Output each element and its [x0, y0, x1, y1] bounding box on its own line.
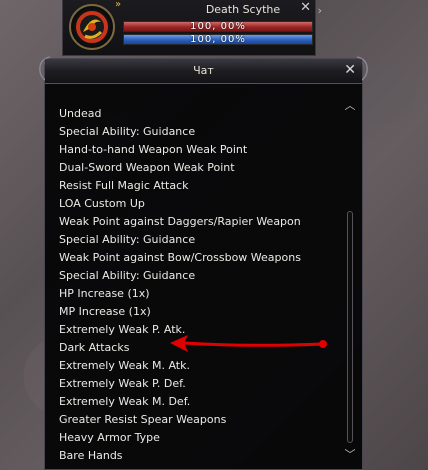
chat-line: Heavy Armor Type	[59, 431, 160, 444]
chat-line: LOA Custom Up	[59, 197, 145, 210]
chat-line: Hand-to-hand Weapon Weak Point	[59, 143, 248, 156]
chat-message-list: Undead Special Ability: Guidance Hand-to-h…	[59, 105, 339, 465]
scroll-down-icon[interactable]: ﹀	[344, 449, 356, 461]
target-name: Death Scythe	[205, 3, 281, 16]
chat-line: Special Ability: Guidance	[59, 269, 196, 282]
chat-line: Special Ability: Guidance	[59, 125, 196, 138]
red-arrow-annotation-icon	[170, 335, 327, 352]
chat-titlebar[interactable]: Чат ✕	[45, 59, 362, 84]
chat-window: Чат ✕ Undead Special Ability: Guidance Han…	[39, 56, 368, 470]
chat-line: Extremely Weak P. Def.	[59, 377, 186, 390]
target-frame: » Death Scythe 100, 00% 100, 00% ✕ ›	[62, 0, 322, 56]
target-mp-text: 100, 00%	[190, 34, 246, 45]
chat-line: Special Ability: Guidance	[59, 233, 196, 246]
chat-line: Extremely Weak M. Def.	[59, 395, 191, 408]
chat-title: Чат	[193, 64, 214, 77]
chat-close-icon[interactable]: ✕	[344, 62, 356, 78]
chat-line: Weak Point against Bow/Crossbow Weapons	[59, 251, 301, 264]
chat-line: HP Increase (1x)	[59, 287, 150, 300]
target-mp-bar: 100, 00%	[123, 34, 313, 45]
chat-line: Extremely Weak M. Atk.	[59, 359, 190, 372]
target-menu-icon[interactable]: »	[115, 0, 121, 10]
target-portrait-icon	[69, 4, 115, 50]
chat-line: Dual-Sword Weapon Weak Point	[59, 161, 235, 174]
chat-line: MP Increase (1x)	[59, 305, 151, 318]
target-expand-arrow-icon[interactable]: ›	[318, 4, 322, 17]
chat-line: Greater Resist Spear Weapons	[59, 413, 227, 426]
target-close-icon[interactable]: ✕	[300, 1, 311, 14]
chat-line: Bare Hands	[59, 449, 123, 462]
target-hp-bar: 100, 00%	[123, 21, 313, 32]
chat-scrollbar[interactable]	[347, 211, 353, 443]
chat-line: Undead	[59, 107, 102, 120]
target-hp-text: 100, 00%	[190, 21, 246, 32]
chat-line: Resist Full Magic Attack	[59, 179, 189, 192]
chat-line: Weak Point against Daggers/Rapier Weapon	[59, 215, 301, 228]
scroll-up-icon[interactable]: ︿	[344, 100, 356, 112]
